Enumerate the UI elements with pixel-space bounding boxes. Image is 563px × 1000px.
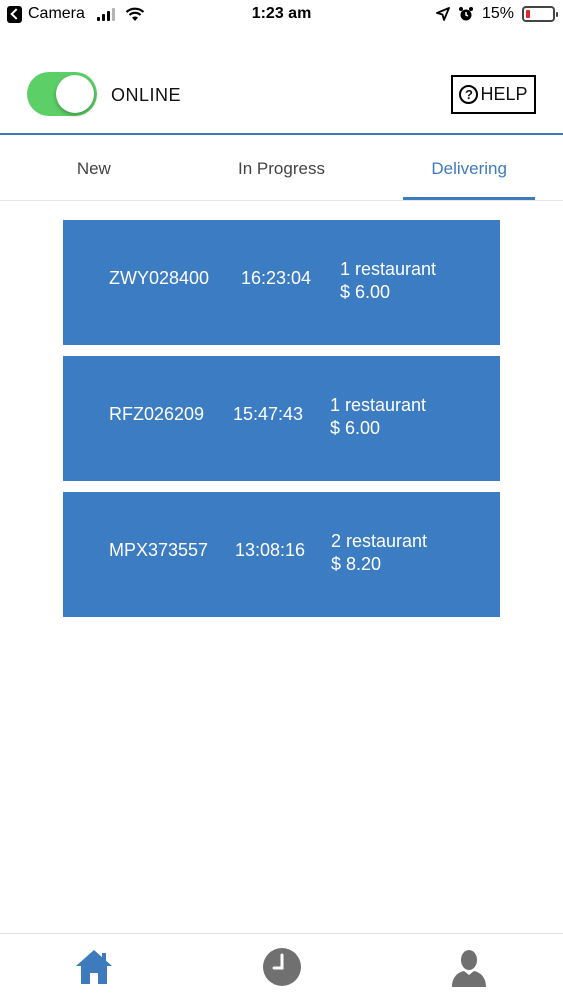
tab-in-progress[interactable]: In Progress bbox=[188, 137, 376, 200]
home-icon bbox=[75, 950, 112, 984]
status-bar: Camera 1:23 am 15% bbox=[0, 0, 563, 30]
clock-icon bbox=[262, 948, 301, 986]
bottom-tab-bar bbox=[0, 933, 563, 1000]
order-amount: $ 6.00 bbox=[330, 418, 381, 438]
tab-label: In Progress bbox=[238, 158, 325, 178]
battery-percent: 15% bbox=[481, 5, 514, 22]
order-list: ZWY028400 16:23:04 1 restaurant $ 6.00 R… bbox=[63, 220, 500, 628]
order-card[interactable]: MPX373557 13:08:16 2 restaurant $ 8.20 bbox=[63, 492, 500, 617]
order-restaurant-count: 1 restaurant bbox=[330, 395, 427, 415]
order-card[interactable]: RFZ026209 15:47:43 1 restaurant $ 6.00 bbox=[63, 356, 500, 481]
help-button[interactable]: ? HELP bbox=[451, 75, 536, 114]
app-header: ONLINE ? HELP bbox=[0, 30, 563, 135]
help-label: HELP bbox=[480, 84, 528, 104]
profile-icon bbox=[452, 950, 487, 987]
order-restaurant-count: 1 restaurant bbox=[340, 259, 437, 279]
order-amount: $ 6.00 bbox=[340, 282, 391, 302]
toggle-knob bbox=[56, 75, 94, 113]
question-circle-icon: ? bbox=[459, 85, 479, 104]
location-arrow-icon bbox=[436, 7, 450, 21]
tab-delivering[interactable]: Delivering bbox=[375, 137, 563, 200]
nav-home[interactable] bbox=[0, 934, 188, 1000]
nav-profile[interactable] bbox=[375, 934, 563, 1000]
nav-history[interactable] bbox=[188, 934, 376, 1000]
order-restaurant-count: 2 restaurant bbox=[331, 531, 428, 551]
tab-new[interactable]: New bbox=[0, 137, 188, 200]
order-status-tabs: New In Progress Delivering bbox=[0, 137, 563, 201]
alarm-clock-icon bbox=[458, 7, 473, 21]
order-amount: $ 8.20 bbox=[331, 554, 382, 574]
order-id: ZWY028400 bbox=[109, 268, 210, 288]
order-card[interactable]: ZWY028400 16:23:04 1 restaurant $ 6.00 bbox=[63, 220, 500, 345]
order-time: 13:08:16 bbox=[235, 540, 306, 560]
order-id: RFZ026209 bbox=[109, 404, 205, 424]
online-status-label: ONLINE bbox=[111, 85, 182, 105]
status-bar-right: 15% bbox=[436, 5, 558, 23]
order-id: MPX373557 bbox=[109, 540, 209, 560]
online-toggle[interactable] bbox=[27, 72, 97, 116]
order-time: 15:47:43 bbox=[233, 404, 304, 424]
order-info: 1 restaurant $ 6.00 bbox=[340, 258, 436, 304]
order-info: 1 restaurant $ 6.00 bbox=[330, 394, 426, 440]
battery-icon bbox=[522, 6, 558, 22]
tab-label: Delivering bbox=[431, 158, 507, 178]
order-info: 2 restaurant $ 8.20 bbox=[331, 530, 427, 576]
order-time: 16:23:04 bbox=[241, 268, 312, 288]
tab-label: New bbox=[76, 158, 111, 178]
